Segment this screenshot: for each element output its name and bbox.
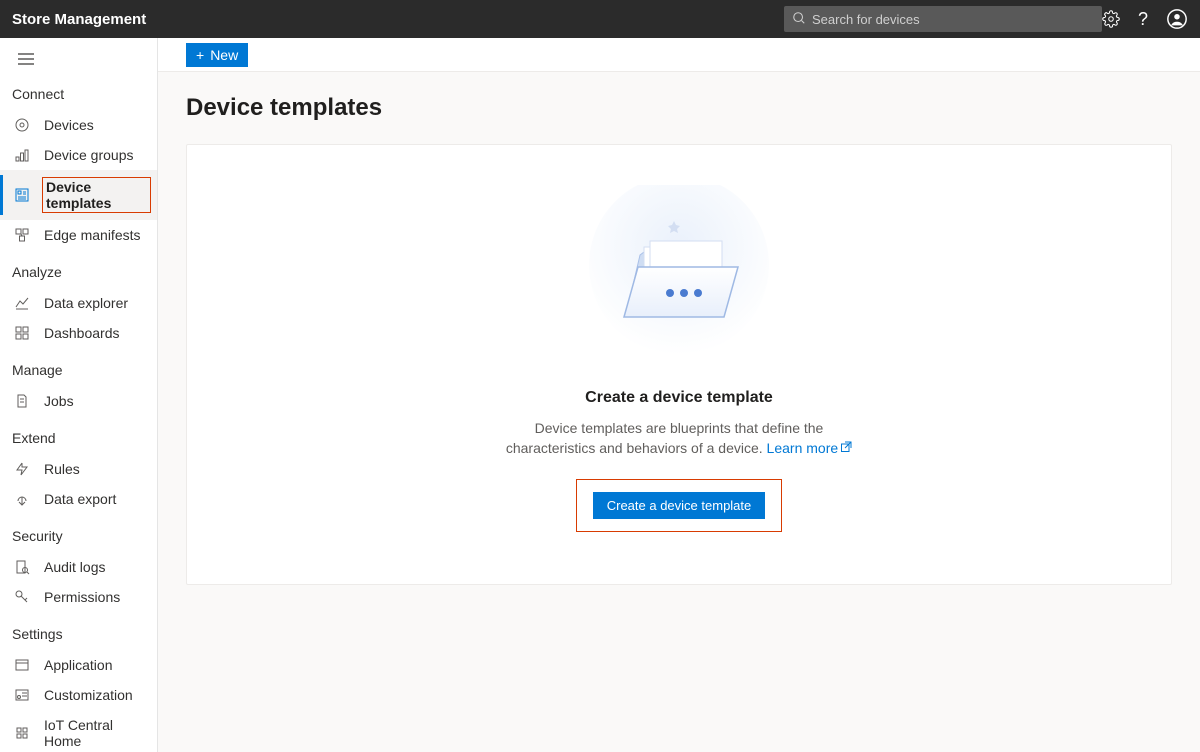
sidebar-item-device-templates[interactable]: Device templates bbox=[0, 170, 157, 220]
edge-icon bbox=[14, 227, 30, 243]
sidebar-item-label: Data export bbox=[44, 491, 116, 507]
help-icon[interactable]: ? bbox=[1138, 9, 1148, 30]
sidebar-item-permissions[interactable]: Permissions bbox=[0, 582, 157, 612]
sidebar-item-label: Audit logs bbox=[44, 559, 105, 575]
sidebar-item-device-groups[interactable]: Device groups bbox=[0, 140, 157, 170]
sidebar-item-label: Devices bbox=[44, 117, 94, 133]
sidebar-item-label: Device templates bbox=[42, 177, 151, 213]
sidebar: Connect Devices Device groups Device tem… bbox=[0, 38, 158, 752]
nav-section-analyze: Analyze bbox=[0, 258, 157, 288]
app-icon bbox=[14, 657, 30, 673]
home-icon bbox=[14, 725, 30, 741]
custom-icon bbox=[14, 687, 30, 703]
permissions-icon bbox=[14, 589, 30, 605]
sidebar-item-rules[interactable]: Rules bbox=[0, 454, 157, 484]
folder-illustration bbox=[574, 185, 784, 365]
templates-icon bbox=[14, 187, 30, 203]
sidebar-item-label: Permissions bbox=[44, 589, 120, 605]
sidebar-item-label: Edge manifests bbox=[44, 227, 141, 243]
search-box[interactable] bbox=[784, 6, 1102, 32]
nav-section-settings: Settings bbox=[0, 620, 157, 650]
sidebar-item-jobs[interactable]: Jobs bbox=[0, 386, 157, 416]
sidebar-item-dashboards[interactable]: Dashboards bbox=[0, 318, 157, 348]
groups-icon bbox=[14, 147, 30, 163]
sidebar-item-devices[interactable]: Devices bbox=[0, 110, 157, 140]
sidebar-item-audit-logs[interactable]: Audit logs bbox=[0, 552, 157, 582]
sidebar-item-label: Application bbox=[44, 657, 113, 673]
learn-more-link[interactable]: Learn more bbox=[767, 440, 853, 456]
sidebar-item-label: Dashboards bbox=[44, 325, 120, 341]
plus-icon: + bbox=[196, 48, 204, 62]
hamburger-icon[interactable] bbox=[0, 42, 157, 80]
sidebar-item-label: Rules bbox=[44, 461, 80, 477]
account-icon[interactable] bbox=[1166, 8, 1188, 30]
audit-icon bbox=[14, 559, 30, 575]
app-title: Store Management bbox=[12, 11, 146, 28]
devices-icon bbox=[14, 117, 30, 133]
sidebar-item-label: IoT Central Home bbox=[44, 717, 151, 749]
jobs-icon bbox=[14, 393, 30, 409]
explorer-icon bbox=[14, 295, 30, 311]
main-content: + New Device templates bbox=[158, 38, 1200, 752]
sidebar-item-edge-manifests[interactable]: Edge manifests bbox=[0, 220, 157, 250]
new-button[interactable]: + New bbox=[186, 43, 248, 67]
sidebar-item-label: Device groups bbox=[44, 147, 134, 163]
empty-state-title: Create a device template bbox=[585, 389, 773, 407]
rules-icon bbox=[14, 461, 30, 477]
search-input[interactable] bbox=[812, 12, 1094, 27]
top-bar: Store Management ? bbox=[0, 0, 1200, 38]
sidebar-item-application[interactable]: Application bbox=[0, 650, 157, 680]
nav-section-connect: Connect bbox=[0, 80, 157, 110]
dashboards-icon bbox=[14, 325, 30, 341]
search-icon bbox=[792, 11, 806, 28]
sidebar-item-iot-central-home[interactable]: IoT Central Home bbox=[0, 710, 157, 752]
external-link-icon bbox=[840, 439, 852, 459]
nav-section-manage: Manage bbox=[0, 356, 157, 386]
command-bar: + New bbox=[158, 38, 1200, 72]
export-icon bbox=[14, 491, 30, 507]
empty-state-description: Device templates are blueprints that def… bbox=[499, 419, 859, 459]
highlighted-create-area: Create a device template bbox=[576, 479, 783, 532]
empty-state-card: Create a device template Device template… bbox=[186, 144, 1172, 585]
sidebar-item-customization[interactable]: Customization bbox=[0, 680, 157, 710]
sidebar-item-label: Jobs bbox=[44, 393, 74, 409]
new-button-label: New bbox=[210, 47, 238, 63]
nav-section-security: Security bbox=[0, 522, 157, 552]
create-device-template-button[interactable]: Create a device template bbox=[593, 492, 766, 519]
sidebar-item-data-export[interactable]: Data export bbox=[0, 484, 157, 514]
settings-icon[interactable] bbox=[1102, 10, 1120, 28]
sidebar-item-data-explorer[interactable]: Data explorer bbox=[0, 288, 157, 318]
page-title: Device templates bbox=[186, 94, 1172, 122]
nav-section-extend: Extend bbox=[0, 424, 157, 454]
sidebar-item-label: Data explorer bbox=[44, 295, 128, 311]
sidebar-item-label: Customization bbox=[44, 687, 133, 703]
